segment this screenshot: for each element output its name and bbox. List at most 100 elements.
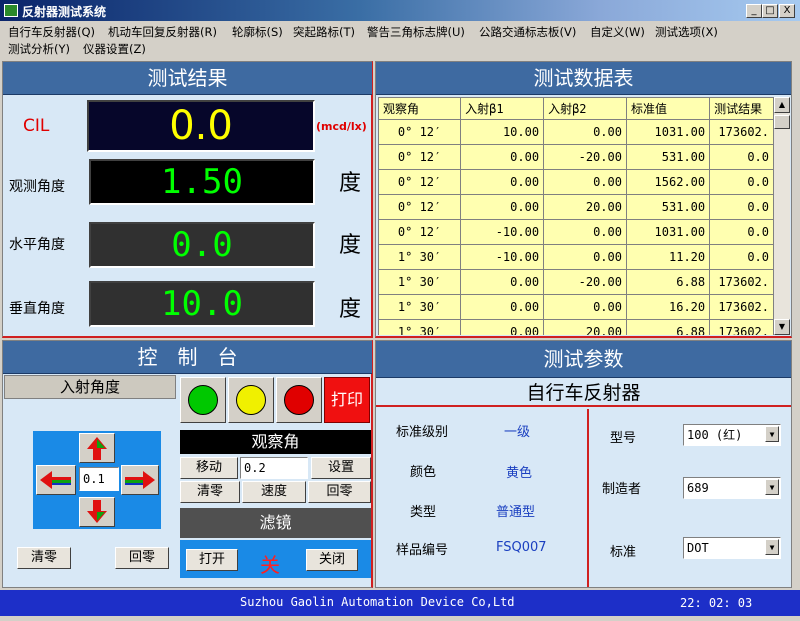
table-cell[interactable]: 6.88 (625, 319, 711, 335)
filter-close-button[interactable]: 关闭 (306, 549, 358, 571)
table-cell[interactable]: 6.88 (625, 269, 711, 295)
table-cell[interactable]: 0.00 (460, 269, 545, 295)
column-header[interactable]: 标准值 (625, 97, 711, 120)
table-cell[interactable]: 173602. (709, 269, 774, 295)
scroll-up-icon[interactable]: ▲ (774, 97, 790, 113)
minimize-button[interactable]: _ (746, 4, 762, 18)
menu-vehicle-reflector[interactable]: 机动车回复反射器(R) (108, 24, 217, 40)
scroll-thumb[interactable] (774, 115, 790, 129)
table-cell[interactable]: 0.00 (543, 219, 627, 245)
menu-delineator[interactable]: 轮廓标(S) (232, 24, 283, 40)
incident-clear-button[interactable]: 清零 (17, 547, 71, 569)
close-button[interactable]: X (779, 4, 795, 18)
table-cell[interactable]: 11.20 (625, 244, 711, 270)
table-cell[interactable]: 0° 12′ (378, 194, 462, 220)
table-cell[interactable]: 1° 30′ (378, 319, 462, 335)
table-cell[interactable]: 0.00 (460, 194, 545, 220)
speed-button[interactable]: 速度 (242, 481, 306, 503)
incident-angle-input[interactable]: 0.1 (79, 467, 119, 491)
table-row[interactable]: 0° 12′ -10.00 0.00 1031.00 0.0 (378, 219, 774, 245)
menu-custom[interactable]: 自定义(W) (590, 24, 645, 40)
table-cell[interactable]: 0.0 (709, 194, 774, 220)
table-row[interactable]: 0° 12′ 0.00 -20.00 531.00 0.0 (378, 144, 774, 170)
chevron-down-icon[interactable]: ▼ (765, 479, 779, 495)
move-label-button[interactable]: 移动 (180, 457, 238, 479)
table-cell[interactable]: 0° 12′ (378, 119, 462, 145)
standard-select[interactable]: DOT ▼ (683, 537, 781, 559)
incident-return-button[interactable]: 回零 (115, 547, 169, 569)
table-cell[interactable]: 173602. (709, 119, 774, 145)
column-header[interactable]: 入射β2 (543, 97, 627, 120)
maker-select[interactable]: 689 ▼ (683, 477, 781, 499)
table-cell[interactable]: 0.00 (460, 144, 545, 170)
table-row[interactable]: 1° 30′ -10.00 0.00 11.20 0.0 (378, 244, 774, 270)
left-arrow-button[interactable] (36, 465, 76, 495)
table-row[interactable]: 0° 12′ 0.00 0.00 1562.00 0.0 (378, 169, 774, 195)
menu-warning-triangle[interactable]: 警告三角标志牌(U) (367, 24, 465, 40)
filter-open-button[interactable]: 打开 (186, 549, 238, 571)
table-cell[interactable]: 0.00 (543, 169, 627, 195)
table-scrollbar[interactable]: ▲ ▼ (774, 97, 790, 335)
down-arrow-button[interactable] (79, 497, 115, 527)
table-cell[interactable]: -10.00 (460, 219, 545, 245)
table-cell[interactable]: 0.00 (460, 319, 545, 335)
table-cell[interactable]: 0° 12′ (378, 144, 462, 170)
model-select[interactable]: 100 (红) ▼ (683, 424, 781, 446)
table-cell[interactable]: 531.00 (625, 194, 711, 220)
table-cell[interactable]: -10.00 (460, 244, 545, 270)
menu-test-options[interactable]: 测试选项(X) (655, 24, 718, 40)
menu-raised-marker[interactable]: 突起路标(T) (293, 24, 355, 40)
table-cell[interactable]: 531.00 (625, 144, 711, 170)
table-cell[interactable]: 20.00 (543, 319, 627, 335)
table-row[interactable]: 0° 12′ 0.00 20.00 531.00 0.0 (378, 194, 774, 220)
table-cell[interactable]: 0.00 (543, 119, 627, 145)
table-cell[interactable]: 1° 30′ (378, 269, 462, 295)
table-cell[interactable]: 0.00 (543, 244, 627, 270)
chevron-down-icon[interactable]: ▼ (765, 539, 779, 555)
maximize-button[interactable]: □ (762, 4, 778, 18)
table-cell[interactable]: -20.00 (543, 269, 627, 295)
up-arrow-button[interactable] (79, 433, 115, 463)
table-row[interactable]: 1° 30′ 0.00 0.00 16.20 173602. (378, 294, 774, 320)
table-cell[interactable]: 1° 30′ (378, 294, 462, 320)
menu-traffic-sign[interactable]: 公路交通标志板(V) (479, 24, 576, 40)
table-cell[interactable]: 1562.00 (625, 169, 711, 195)
table-cell[interactable]: 1° 30′ (378, 244, 462, 270)
table-cell[interactable]: 0.0 (709, 169, 774, 195)
table-cell[interactable]: 0° 12′ (378, 219, 462, 245)
table-row[interactable]: 1° 30′ 0.00 20.00 6.88 173602. (378, 319, 774, 335)
table-cell[interactable]: 1031.00 (625, 219, 711, 245)
move-step-input[interactable]: 0.2 (240, 457, 308, 479)
menu-bicycle-reflector[interactable]: 自行车反射器(Q) (8, 24, 95, 40)
scroll-down-icon[interactable]: ▼ (774, 319, 790, 335)
data-grid[interactable]: 观察角 入射β1 入射β2 标准值 测试结果 0° 12′ 10.00 0.00 1031.0… (378, 97, 774, 335)
print-button[interactable]: 打印 (324, 377, 370, 423)
table-row[interactable]: 0° 12′ 10.00 0.00 1031.00 173602. (378, 119, 774, 145)
right-arrow-button[interactable] (121, 465, 159, 495)
table-row[interactable]: 1° 30′ 0.00 -20.00 6.88 173602. (378, 269, 774, 295)
menu-instrument-settings[interactable]: 仪器设置(Z) (83, 41, 146, 57)
table-cell[interactable]: 1031.00 (625, 119, 711, 145)
table-cell[interactable]: 20.00 (543, 194, 627, 220)
cil-label: CIL (23, 116, 50, 136)
table-cell[interactable]: 10.00 (460, 119, 545, 145)
menu-test-analysis[interactable]: 测试分析(Y) (8, 41, 70, 57)
table-cell[interactable]: 0.0 (709, 144, 774, 170)
table-cell[interactable]: 0° 12′ (378, 169, 462, 195)
table-cell[interactable]: 0.0 (709, 244, 774, 270)
table-cell[interactable]: -20.00 (543, 144, 627, 170)
table-cell[interactable]: 0.0 (709, 219, 774, 245)
column-header[interactable]: 观察角 (378, 97, 462, 120)
table-cell[interactable]: 173602. (709, 319, 774, 335)
column-header[interactable]: 入射β1 (460, 97, 545, 120)
set-button[interactable]: 设置 (311, 457, 371, 479)
observe-return-button[interactable]: 回零 (308, 481, 371, 503)
table-cell[interactable]: 16.20 (625, 294, 711, 320)
table-cell[interactable]: 0.00 (460, 294, 545, 320)
table-cell[interactable]: 0.00 (543, 294, 627, 320)
table-cell[interactable]: 173602. (709, 294, 774, 320)
table-cell[interactable]: 0.00 (460, 169, 545, 195)
column-header[interactable]: 测试结果 (709, 97, 774, 120)
chevron-down-icon[interactable]: ▼ (765, 426, 779, 442)
observe-clear-button[interactable]: 清零 (180, 481, 240, 503)
